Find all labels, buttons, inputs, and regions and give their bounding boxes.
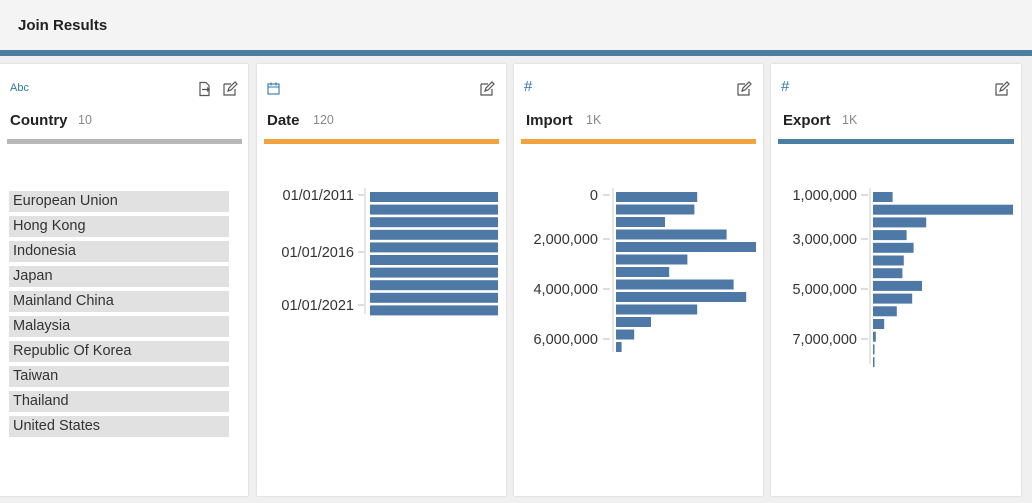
histogram-bar[interactable] xyxy=(873,230,907,241)
tick-label: 01/01/2016 xyxy=(281,245,354,261)
histogram-bar[interactable] xyxy=(370,280,498,291)
histogram-bar[interactable] xyxy=(873,217,927,228)
list-item[interactable]: United States xyxy=(9,416,229,437)
header: Join Results xyxy=(0,0,1032,50)
tick-label: 4,000,000 xyxy=(533,282,598,298)
number-type-icon: # xyxy=(781,78,790,95)
histogram-bar[interactable] xyxy=(873,204,1013,215)
column-type-bar xyxy=(521,139,756,144)
list-item[interactable]: Malaysia xyxy=(9,316,229,337)
column-name: Date xyxy=(267,112,300,129)
edit-icon[interactable] xyxy=(479,81,495,102)
histogram-bar[interactable] xyxy=(370,217,498,228)
histogram-bar[interactable] xyxy=(370,255,498,265)
column-type-bar xyxy=(264,139,499,144)
tick-label: 01/01/2011 xyxy=(283,188,355,204)
histogram-bar[interactable] xyxy=(873,192,893,202)
histogram-bar[interactable] xyxy=(370,242,498,253)
column-count: 1K xyxy=(586,113,602,127)
number-type-icon: # xyxy=(524,78,533,95)
histogram-bar[interactable] xyxy=(616,254,688,265)
histogram-bar[interactable] xyxy=(873,255,904,266)
split-icon[interactable] xyxy=(196,81,212,102)
tick-label: 6,000,000 xyxy=(533,332,598,348)
header-accent-bar xyxy=(0,50,1032,56)
histogram-bar[interactable] xyxy=(873,306,897,317)
histogram-bar[interactable] xyxy=(873,280,922,291)
list-item[interactable]: Hong Kong xyxy=(9,216,229,237)
tick-label: 0 xyxy=(590,188,598,204)
list-item[interactable]: Mainland China xyxy=(9,291,229,312)
tick-label: 1,000,000 xyxy=(792,188,857,204)
histogram-bar[interactable] xyxy=(873,319,885,329)
histogram-bar[interactable] xyxy=(616,217,665,227)
histogram-bar[interactable] xyxy=(873,268,903,279)
histogram-bar[interactable] xyxy=(873,331,876,342)
histogram-bar[interactable] xyxy=(370,292,498,303)
column-name: Export xyxy=(783,112,831,129)
list-item[interactable]: European Union xyxy=(9,191,229,212)
histogram-bar[interactable] xyxy=(370,305,498,316)
column-count: 1K xyxy=(842,113,858,127)
histogram-bar[interactable] xyxy=(616,317,651,327)
column-type-bar xyxy=(7,139,242,144)
histogram-bar[interactable] xyxy=(873,344,875,355)
histogram-bar[interactable] xyxy=(616,304,698,315)
histogram-bar[interactable] xyxy=(616,342,622,352)
tick-label: 3,000,000 xyxy=(792,232,857,248)
list-item[interactable]: Republic Of Korea xyxy=(9,341,229,362)
column-card-import[interactable]: # Import 1K 0 2,000,000 4,000,000 6,000,… xyxy=(514,64,763,496)
histogram-bar[interactable] xyxy=(616,267,670,277)
list-item[interactable]: Japan xyxy=(9,266,229,287)
histogram-bar[interactable] xyxy=(616,292,747,302)
column-card-date[interactable]: Date 120 01/01/2011 01/01/2016 01/01/202… xyxy=(257,64,506,496)
histogram-bar[interactable] xyxy=(616,192,698,202)
edit-icon[interactable] xyxy=(736,81,752,102)
histogram-bar[interactable] xyxy=(370,229,498,240)
histogram-bar[interactable] xyxy=(873,357,875,368)
export-histogram[interactable]: 1,000,000 3,000,000 5,000,000 7,000,000 xyxy=(771,174,1021,374)
histogram-bar[interactable] xyxy=(370,267,498,278)
list-item[interactable]: Thailand xyxy=(9,391,229,412)
date-histogram[interactable]: 01/01/2011 01/01/2016 01/01/2021 xyxy=(257,174,506,324)
histogram-bar[interactable] xyxy=(616,279,734,290)
edit-icon[interactable] xyxy=(994,81,1010,102)
page-title: Join Results xyxy=(18,17,108,34)
calendar-icon xyxy=(267,82,280,98)
tick-label: 5,000,000 xyxy=(792,282,857,298)
import-histogram[interactable]: 0 2,000,000 4,000,000 6,000,000 xyxy=(514,174,763,364)
histogram-bar[interactable] xyxy=(873,242,914,253)
histogram-bar[interactable] xyxy=(370,192,498,202)
column-count: 10 xyxy=(78,113,92,127)
tick-label: 01/01/2021 xyxy=(281,298,354,314)
edit-icon[interactable] xyxy=(222,81,238,102)
histogram-bar[interactable] xyxy=(616,204,695,215)
column-card-export[interactable]: # Export 1K 1,000,000 3,000,000 5,000,00… xyxy=(771,64,1021,496)
histogram-bar[interactable] xyxy=(370,204,498,215)
histogram-bar[interactable] xyxy=(873,293,913,304)
list-item[interactable]: Indonesia xyxy=(9,241,229,262)
column-card-country[interactable]: Abc Country 10 European Union Hong Kong … xyxy=(0,64,248,496)
column-name: Country xyxy=(10,112,68,129)
list-item[interactable]: Taiwan xyxy=(9,366,229,387)
column-count: 120 xyxy=(313,113,334,127)
tick-label: 2,000,000 xyxy=(533,232,598,248)
histogram-bar[interactable] xyxy=(616,242,756,252)
histogram-bar[interactable] xyxy=(616,229,727,240)
histogram-bar[interactable] xyxy=(616,329,635,340)
column-type-bar xyxy=(778,139,1014,144)
column-name: Import xyxy=(526,112,573,129)
tick-label: 7,000,000 xyxy=(792,332,857,348)
string-type-icon: Abc xyxy=(10,82,29,94)
